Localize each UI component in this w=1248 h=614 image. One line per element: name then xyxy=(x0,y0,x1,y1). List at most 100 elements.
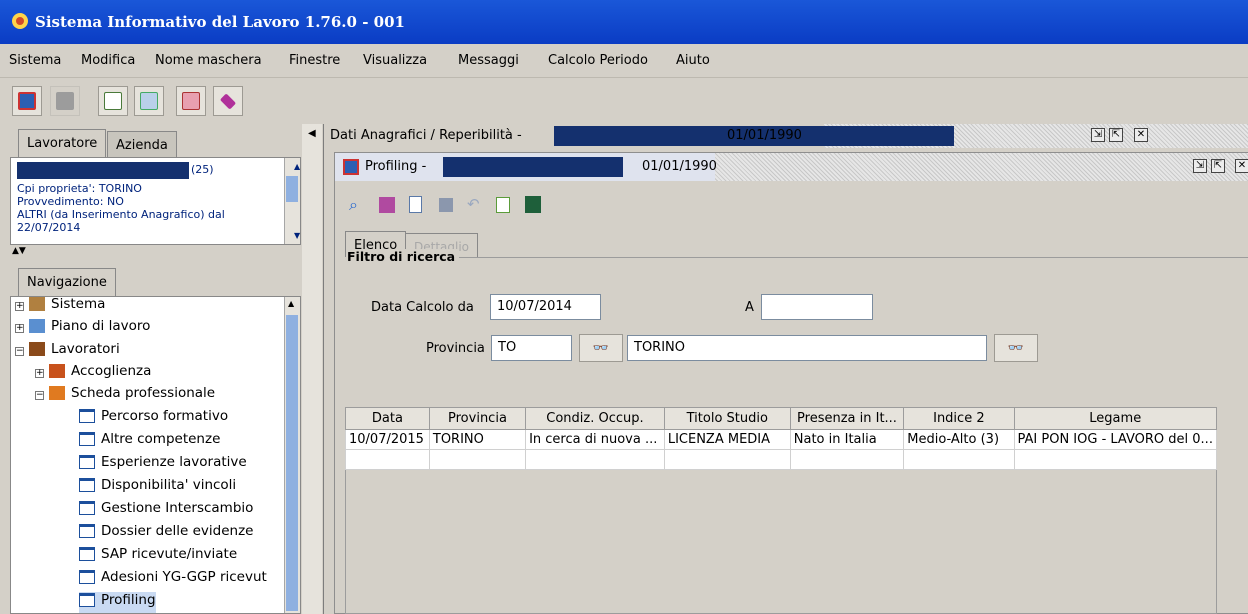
eraser-button[interactable] xyxy=(213,86,243,116)
document-button[interactable] xyxy=(176,86,206,116)
tree-item-lavoratori[interactable]: Lavoratori xyxy=(29,341,120,363)
table-row[interactable]: 10/07/2015 TORINO In cerca di nuova ... … xyxy=(345,429,1217,450)
tree-item-disponibilita-vincoli[interactable]: Disponibilita' vincoli xyxy=(79,477,236,499)
menu-messaggi[interactable]: Messaggi xyxy=(458,53,519,68)
expand-icon[interactable]: + xyxy=(35,369,44,378)
col-condiz-occup[interactable]: Condiz. Occup. xyxy=(525,407,665,430)
window-icon xyxy=(79,570,95,584)
menu-sistema[interactable]: Sistema xyxy=(9,53,61,68)
tab-azienda[interactable]: Azienda xyxy=(107,131,177,157)
tree-scroll-up-icon[interactable]: ▲ xyxy=(288,299,294,308)
worker-cpi: Cpi proprieta': TORINO xyxy=(17,182,142,195)
menu-aiuto[interactable]: Aiuto xyxy=(676,53,710,68)
provincia-code-field[interactable]: TO xyxy=(491,335,572,361)
exit-icon[interactable] xyxy=(525,196,541,213)
users-button[interactable] xyxy=(50,86,80,116)
close-icon[interactable]: ✕ xyxy=(1134,128,1148,142)
tree-label: Scheda professionale xyxy=(71,385,216,401)
new-document-icon[interactable] xyxy=(409,196,422,213)
a-label: A xyxy=(745,300,754,315)
undo-icon[interactable]: ↶ xyxy=(467,195,480,213)
tree-item-dossier-evidenze[interactable]: Dossier delle evidenze xyxy=(79,523,253,545)
tree-label: Altre competenze xyxy=(101,431,221,447)
scroll-up-icon[interactable]: ▲ xyxy=(288,160,300,173)
binary-button[interactable] xyxy=(98,86,128,116)
col-indice-2[interactable]: Indice 2 xyxy=(903,407,1015,430)
refresh-button[interactable] xyxy=(12,86,42,116)
panel-splitter[interactable]: ◀ xyxy=(302,124,322,614)
app-icon xyxy=(12,13,28,29)
gears-icon xyxy=(29,297,45,311)
menu-bar: Sistema Modifica Nome maschera Finestre … xyxy=(0,44,1248,78)
tree-item-adesioni[interactable]: Adesioni YG-GGP ricevut xyxy=(79,569,267,591)
outer-frame-titlebar[interactable]: Dati Anagrafici / Reperibilità - 01/01/1… xyxy=(324,124,1248,148)
tree-item-gestione-interscambio[interactable]: Gestione Interscambio xyxy=(79,500,253,522)
window-title: Sistema Informativo del Lavoro 1.76.0 - … xyxy=(35,13,405,31)
tree-label: Sistema xyxy=(51,296,106,312)
data-a-field[interactable] xyxy=(761,294,873,320)
menu-calcolo-periodo[interactable]: Calcolo Periodo xyxy=(548,53,648,68)
profiling-titlebar[interactable]: Profiling - 01/01/1990 ⇲ ⇱ ✕ xyxy=(335,153,1248,181)
col-presenza-italia[interactable]: Presenza in It... xyxy=(789,407,905,430)
tree-item-esperienze-lavorative[interactable]: Esperienze lavorative xyxy=(79,454,247,476)
tree-item-sap[interactable]: SAP ricevute/inviate xyxy=(79,546,237,568)
col-provincia[interactable]: Provincia xyxy=(428,407,527,430)
table-row-empty[interactable] xyxy=(345,449,1217,470)
info-scrollbar[interactable]: ▲ ▼ xyxy=(284,158,300,244)
col-legame[interactable]: Legame xyxy=(1013,407,1217,430)
col-data[interactable]: Data xyxy=(345,407,430,430)
maximize-icon[interactable]: ⇱ xyxy=(1109,128,1123,142)
table-header-row: Data Provincia Condiz. Occup. Titolo Stu… xyxy=(345,407,1217,430)
col-titolo-studio[interactable]: Titolo Studio xyxy=(663,407,791,430)
restore-icon[interactable]: ⇲ xyxy=(1193,159,1207,173)
tree-scroll-thumb[interactable] xyxy=(286,315,298,611)
tree-item-profiling[interactable]: Profiling xyxy=(79,592,156,613)
tab-lavoratore[interactable]: Lavoratore xyxy=(18,129,107,157)
tree-item-piano-di-lavoro[interactable]: Piano di lavoro xyxy=(29,318,150,340)
tree-item-sistema[interactable]: Sistema xyxy=(29,296,106,318)
checklist-button[interactable] xyxy=(134,86,164,116)
menu-nome-maschera[interactable]: Nome maschera xyxy=(155,53,262,68)
profiling-date: 01/01/1990 xyxy=(642,159,717,174)
tree-item-altre-competenze[interactable]: Altre competenze xyxy=(79,431,220,453)
tree-item-percorso-formativo[interactable]: Percorso formativo xyxy=(79,408,228,430)
scroll-thumb[interactable] xyxy=(286,176,298,202)
expand-icon[interactable]: + xyxy=(15,302,24,311)
menu-visualizza[interactable]: Visualizza xyxy=(363,53,427,68)
save-icon[interactable] xyxy=(439,198,453,212)
close-icon[interactable]: ✕ xyxy=(1235,159,1248,173)
tree-item-accoglienza[interactable]: Accoglienza xyxy=(49,363,151,385)
search-icon[interactable]: ⌕ xyxy=(349,195,358,215)
cell-data: 10/07/2015 xyxy=(345,429,430,450)
collapse-icon[interactable]: − xyxy=(15,347,24,356)
tree-label: Dossier delle evidenze xyxy=(101,523,254,539)
edit-icon[interactable] xyxy=(379,197,395,213)
binoculars-icon: 👓 xyxy=(592,340,610,356)
collapse-icon[interactable]: − xyxy=(35,391,44,400)
tree-item-scheda-professionale[interactable]: Scheda professionale xyxy=(49,385,215,407)
provincia-lookup-button[interactable]: 👓 xyxy=(579,334,623,362)
provincia-label: Provincia xyxy=(426,341,485,356)
restore-icon[interactable]: ⇲ xyxy=(1091,128,1105,142)
scroll-down-icon[interactable]: ▼ xyxy=(288,229,300,242)
provincia-name-field[interactable]: TORINO xyxy=(627,335,987,361)
export-icon[interactable] xyxy=(496,197,510,213)
data-calcolo-field[interactable]: 10/07/2014 xyxy=(490,294,601,320)
collapse-left-icon[interactable]: ◀ xyxy=(308,128,316,139)
worker-provvedimento: Provvedimento: NO xyxy=(17,195,124,208)
split-arrows-icon[interactable]: ▲▼ xyxy=(12,246,26,256)
window-title-bar[interactable]: Sistema Informativo del Lavoro 1.76.0 - … xyxy=(0,0,1248,44)
cell-condiz-occup: In cerca di nuova ... xyxy=(525,429,665,450)
menu-modifica[interactable]: Modifica xyxy=(81,53,135,68)
expand-icon[interactable]: + xyxy=(15,324,24,333)
tree-scrollbar[interactable]: ▲ xyxy=(284,297,300,613)
main-toolbar xyxy=(0,78,1248,124)
maximize-icon[interactable]: ⇱ xyxy=(1211,159,1225,173)
results-table: Data Provincia Condiz. Occup. Titolo Stu… xyxy=(345,407,1217,470)
provincia-search-button[interactable]: 👓 xyxy=(994,334,1038,362)
menu-finestre[interactable]: Finestre xyxy=(289,53,340,68)
profiling-icon xyxy=(343,159,359,175)
refresh-icon xyxy=(18,92,36,110)
worker-altri: ALTRI (da Inserimento Anagrafico) dal xyxy=(17,208,225,221)
tab-navigazione[interactable]: Navigazione xyxy=(18,268,116,296)
